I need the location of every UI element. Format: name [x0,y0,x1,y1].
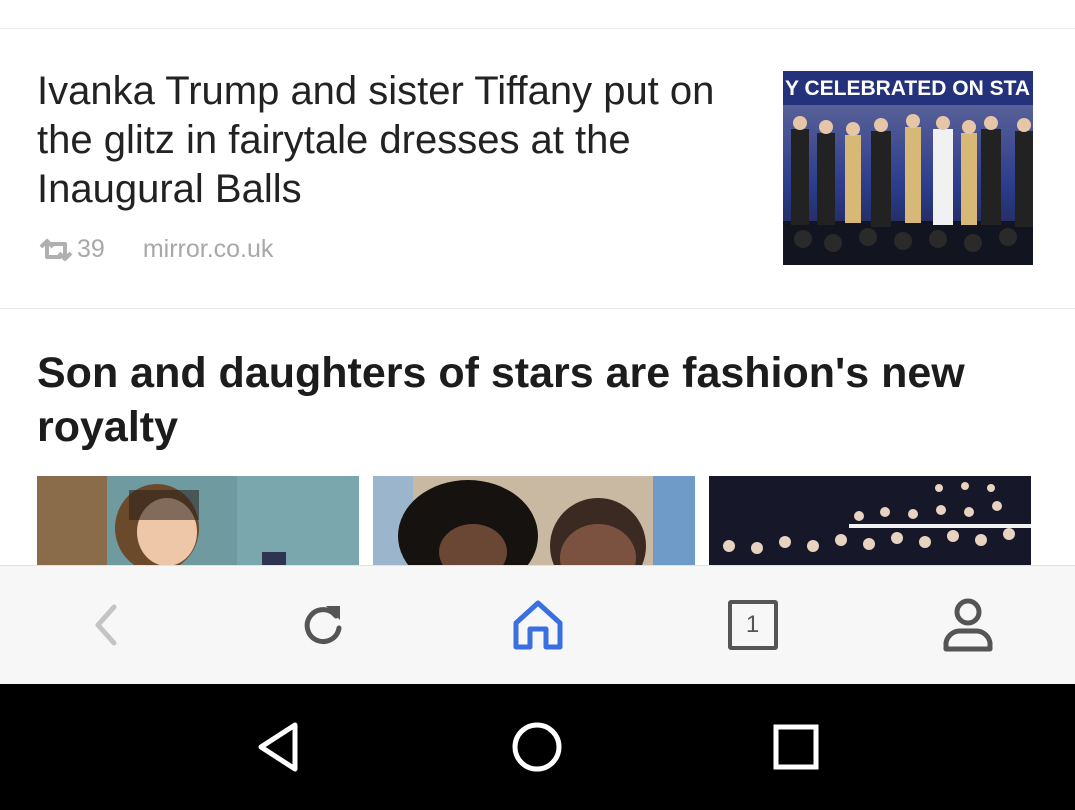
article-meta: 39 mirror.co.uk [37,235,273,264]
system-back-button[interactable] [234,702,324,792]
previous-card-edge [0,0,1075,29]
article-card[interactable]: Ivanka Trump and sister Tiffany put on t… [0,29,1075,309]
recents-square-icon [773,724,819,770]
back-icon [95,604,116,646]
tabs-button[interactable]: 1 [645,566,860,685]
image-gallery [37,476,1031,566]
tabs-count: 1 [745,611,760,638]
back-button[interactable] [0,566,215,685]
profile-icon [943,598,992,652]
reload-icon [304,606,341,645]
gallery-article-card[interactable]: Son and daughters of stars are fashion's… [0,310,1075,566]
system-recents-button[interactable] [751,702,841,792]
profile-button[interactable] [860,566,1075,685]
home-icon [513,600,562,650]
browser-bottom-bar: 1 [0,565,1075,684]
gallery-image[interactable] [37,476,359,566]
tabs-icon: 1 [727,600,778,650]
share-icon [39,238,73,261]
back-triangle-icon [258,722,298,772]
article-headline[interactable]: Son and daughters of stars are fashion's… [37,346,1017,454]
reload-button[interactable] [215,566,430,685]
system-home-button[interactable] [492,702,582,792]
article-headline[interactable]: Ivanka Trump and sister Tiffany put on t… [37,67,757,214]
share-count: 39 [77,235,105,263]
home-button[interactable] [430,566,645,685]
gallery-image[interactable] [373,476,695,566]
article-source[interactable]: mirror.co.uk [143,235,274,264]
gallery-image[interactable] [709,476,1031,566]
system-navigation-bar [0,684,1075,810]
thumbnail-caption: Y CELEBRATED ON STA [785,77,1030,100]
home-circle-icon [512,722,562,772]
article-thumbnail[interactable]: Y CELEBRATED ON STA [783,71,1033,265]
